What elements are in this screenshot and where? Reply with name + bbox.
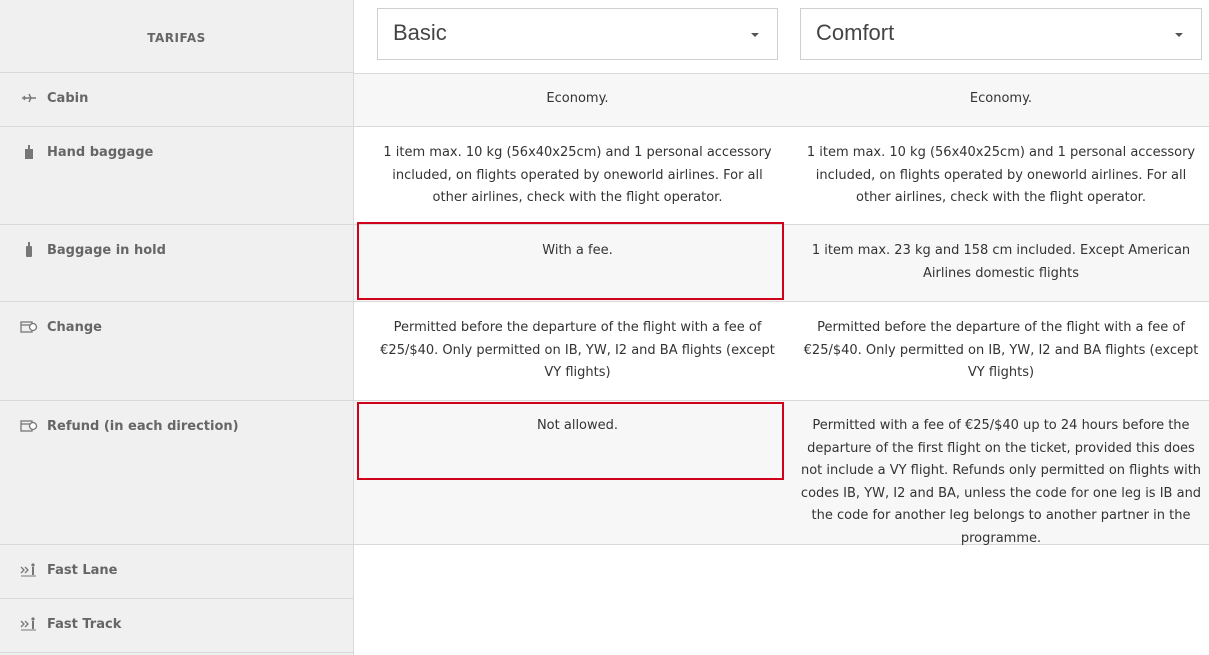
- fare-select-comfort[interactable]: Comfort: [800, 8, 1202, 60]
- chevron-down-icon: [1175, 33, 1183, 37]
- airplane-icon: [20, 90, 38, 106]
- row-label-text: Fast Lane: [47, 563, 118, 578]
- hold-baggage-icon: [20, 242, 38, 258]
- row-label-refund: Refund (in each direction): [0, 401, 353, 545]
- fare-select-value: Basic: [393, 20, 447, 45]
- row-label-hand-baggage: Hand baggage: [0, 127, 353, 225]
- row-label-cabin: Cabin: [0, 73, 353, 127]
- cell-baggage-in-hold-comfort: 1 item max. 23 kg and 158 cm included. E…: [811, 243, 1191, 281]
- row-label-text: Hand baggage: [47, 145, 154, 160]
- hand-baggage-icon: [20, 144, 38, 160]
- row-label-fast-track: Fast Track: [0, 599, 353, 653]
- cell-hand-baggage-basic: 1 item max. 10 kg (56x40x25cm) and 1 per…: [383, 145, 772, 205]
- row-label-change: Change: [0, 302, 353, 401]
- cell-cabin-comfort: Economy.: [969, 91, 1033, 106]
- cell-change-comfort: Permitted before the departure of the fl…: [803, 320, 1199, 380]
- cell-cabin-basic: Economy.: [546, 91, 609, 106]
- fast-lane-icon: [20, 562, 38, 578]
- row-label-text: Change: [47, 320, 102, 335]
- fare-comparison-table: TARIFAS Cabin Hand baggage Baggage in ho…: [0, 0, 1209, 655]
- header-cell: TARIFAS: [0, 0, 353, 73]
- row-label-text: Baggage in hold: [47, 243, 166, 258]
- fare-select-value: Comfort: [816, 20, 895, 45]
- row-label-fast-lane: Fast Lane: [0, 545, 353, 599]
- fast-track-icon: [20, 616, 38, 632]
- row-label-text: Fast Track: [47, 617, 122, 632]
- highlight-box-baggage-in-hold: [357, 222, 784, 300]
- row-labels-column: TARIFAS Cabin Hand baggage Baggage in ho…: [0, 0, 354, 655]
- chevron-down-icon: [751, 33, 759, 37]
- row-label-baggage-in-hold: Baggage in hold: [0, 225, 353, 302]
- row-label-text: Cabin: [47, 91, 89, 106]
- cell-refund-comfort: Permitted with a fee of €25/$40 up to 24…: [800, 418, 1202, 546]
- highlight-box-refund: [357, 402, 784, 480]
- calendar-change-icon: [20, 319, 38, 335]
- row-label-text: Refund (in each direction): [47, 419, 239, 434]
- calendar-refund-icon: [20, 418, 38, 434]
- cell-hand-baggage-comfort: 1 item max. 10 kg (56x40x25cm) and 1 per…: [806, 145, 1196, 205]
- cell-change-basic: Permitted before the departure of the fl…: [380, 320, 775, 380]
- table-title: TARIFAS: [147, 31, 206, 45]
- fare-select-basic[interactable]: Basic: [377, 8, 778, 60]
